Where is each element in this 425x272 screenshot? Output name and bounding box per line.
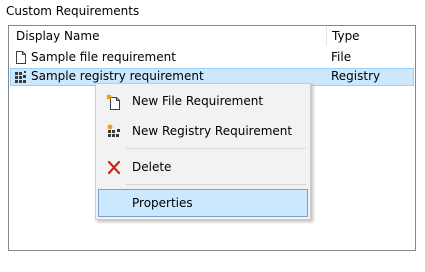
column-header-display-name[interactable]: Display Name xyxy=(16,29,99,44)
list-item-name: Sample registry requirement xyxy=(31,69,204,83)
group-title: Custom Requirements xyxy=(6,4,140,18)
menu-item-label: New File Requirement xyxy=(132,94,264,108)
list-header: Display Name Type xyxy=(9,26,415,47)
menu-item-label: Properties xyxy=(132,196,193,210)
menu-item-new-file-requirement[interactable]: New File Requirement xyxy=(98,87,308,115)
menu-item-label: Delete xyxy=(132,160,172,174)
menu-separator xyxy=(126,184,306,185)
menu-item-delete[interactable]: Delete xyxy=(98,153,308,181)
menu-separator xyxy=(126,148,306,149)
file-icon xyxy=(16,51,26,64)
menu-item-label: New Registry Requirement xyxy=(132,124,293,138)
context-menu: New File Requirement New Registry Requir… xyxy=(95,83,311,220)
list-item-type: File xyxy=(331,50,352,64)
list-item-type: Registry xyxy=(331,69,381,83)
new-registry-icon xyxy=(107,124,120,137)
column-separator[interactable] xyxy=(326,26,327,46)
registry-icon xyxy=(15,71,26,83)
list-item[interactable]: Sample file requirement File xyxy=(10,49,414,67)
new-file-icon xyxy=(106,94,120,110)
menu-item-new-registry-requirement[interactable]: New Registry Requirement xyxy=(98,117,308,145)
column-header-type[interactable]: Type xyxy=(332,29,360,44)
custom-requirements-panel: Custom Requirements Display Name Type Sa… xyxy=(0,0,425,272)
delete-x-icon xyxy=(107,160,121,175)
menu-item-properties[interactable]: Properties xyxy=(98,189,308,217)
list-item-name: Sample file requirement xyxy=(31,50,176,64)
